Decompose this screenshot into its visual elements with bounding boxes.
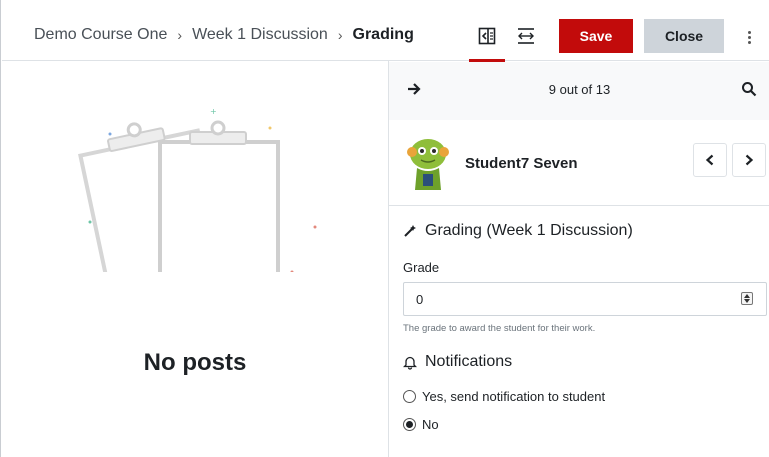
user-navigation-bar: 9 out of 13 (389, 62, 769, 120)
grade-label: Grade (403, 260, 440, 275)
breadcrumb-current: Grading (352, 26, 414, 43)
user-counter: 9 out of 13 (548, 82, 611, 97)
wand-icon (404, 225, 416, 237)
next-user-button[interactable] (732, 143, 766, 177)
grade-help-text: The grade to award the student for their… (403, 323, 596, 334)
breadcrumb-activity[interactable]: Week 1 Discussion (192, 26, 328, 44)
close-button[interactable]: Close (644, 19, 724, 53)
expand-width-button[interactable] (514, 24, 538, 48)
expand-width-icon (518, 28, 534, 44)
current-user: Student7 Seven (389, 120, 769, 206)
notify-yes-label[interactable]: Yes, send notification to student (422, 389, 605, 404)
chevron-right-icon (745, 154, 754, 166)
kebab-menu-icon[interactable] (741, 26, 757, 48)
collapse-panel-button[interactable] (469, 24, 505, 62)
breadcrumb: Demo Course One › Week 1 Discussion › Gr… (34, 26, 414, 44)
notify-no-radio[interactable] (403, 418, 416, 431)
save-button[interactable]: Save (559, 19, 633, 53)
breadcrumb-separator-icon: › (337, 27, 343, 43)
grader-panel: 9 out of 13 Student7 Seven Grading (Week… (389, 62, 769, 457)
grade-input[interactable] (403, 282, 767, 316)
grading-title: Grading (Week 1 Discussion) (425, 222, 633, 239)
search-icon[interactable] (741, 81, 757, 97)
empty-clipboard-illustration: + + (78, 107, 317, 272)
breadcrumb-separator-icon: › (177, 27, 183, 43)
student-name: Student7 Seven (465, 155, 578, 172)
stepper-up-icon (744, 293, 750, 298)
notifications-title: Notifications (425, 353, 513, 370)
bell-icon (403, 356, 417, 370)
notify-no-option[interactable]: No (403, 417, 439, 432)
grade-stepper[interactable] (741, 292, 753, 305)
svg-text:+: + (210, 107, 217, 116)
notify-no-label[interactable]: No (422, 417, 439, 432)
stepper-down-icon (744, 299, 750, 304)
chevron-left-icon (705, 154, 714, 166)
grader-window: Demo Course One › Week 1 Discussion › Gr… (0, 0, 769, 457)
previous-user-button[interactable] (693, 143, 727, 177)
empty-state-title: No posts (143, 349, 247, 376)
notify-yes-option[interactable]: Yes, send notification to student (403, 389, 605, 404)
breadcrumb-course[interactable]: Demo Course One (34, 26, 167, 44)
header: Demo Course One › Week 1 Discussion › Gr… (2, 0, 769, 62)
notify-yes-radio[interactable] (403, 390, 416, 403)
avatar (407, 139, 449, 190)
grading-heading: Grading (Week 1 Discussion) (403, 222, 633, 240)
collapse-panel-icon (478, 27, 496, 45)
posts-panel: + + No posts (2, 62, 388, 457)
notifications-heading: Notifications (403, 353, 512, 371)
